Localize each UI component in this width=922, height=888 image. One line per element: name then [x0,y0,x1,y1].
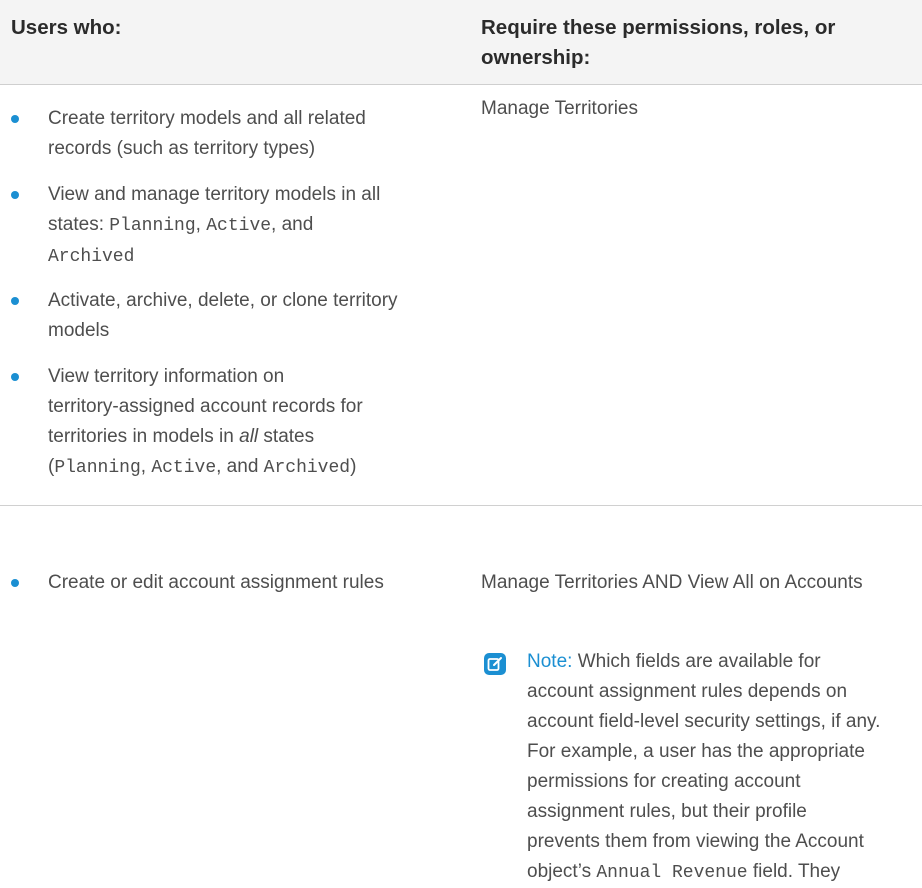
permission-text: Manage Territories AND View All on Accou… [481,572,863,593]
note-block: Note: Which fields are available for acc… [527,647,922,888]
note-text: prevents them from viewing the Account [527,831,864,852]
bullet-dot [11,191,19,199]
list-item-text: records (such as territory types) [48,138,316,159]
bullet-dot [11,579,19,587]
code-planning: Planning [109,216,196,236]
list-item-view-manage: View and manage territory models in all … [48,180,468,272]
note-edit-icon [484,653,506,675]
bullet-dot [11,115,19,123]
permission-manage-view-all: Manage Territories AND View All on Accou… [481,568,863,598]
code-active: Active [151,458,217,478]
list-item-assignment-rules: Create or edit account assignment rules [48,568,468,598]
code-active: Active [206,216,272,236]
list-item-text: , [140,456,152,477]
note-text: account field-level security settings, i… [527,711,881,732]
code-annual-revenue: Annual Revenue [596,863,748,883]
list-item-text: , and [216,456,264,477]
header-col2-line1: Require these permissions, roles, or [481,16,836,39]
list-item-view-territory-info: View territory information on territory-… [48,362,468,483]
note-text: permissions for creating account [527,771,801,792]
code-planning: Planning [54,458,141,478]
note-text: For example, a user has the appropriate [527,741,865,762]
list-item-text: territories in models in [48,426,240,447]
list-item-text: , [195,214,207,235]
list-item-text: View territory information on [48,366,285,387]
list-item-text: Create or edit account assignment rules [48,572,384,593]
header-permissions: Require these permissions, roles, or own… [481,13,911,73]
bullet-dot [11,297,19,305]
list-item-text: ) [350,456,357,477]
list-item-activate: Activate, archive, delete, or clone terr… [48,286,468,346]
list-item-text: Create territory models and all related [48,108,366,129]
list-item-text: models [48,320,110,341]
list-item-text: territory-assigned account records for [48,396,363,417]
list-item-create-models: Create territory models and all related … [48,104,468,164]
permission-manage-territories: Manage Territories [481,94,638,124]
list-item-text: states [258,426,315,447]
note-label: Note: [527,651,573,672]
permission-text: Manage Territories [481,98,639,119]
header-col2-line2: ownership: [481,46,591,69]
header-users-who: Users who: [11,13,431,43]
note-text: Which fields are available for [572,651,821,672]
table-header: Users who: Require these permissions, ro… [0,0,922,85]
note-text: assignment rules, but their profile [527,801,807,822]
code-archived: Archived [263,458,351,478]
list-item-text: states: [48,214,110,235]
list-item-text: View and manage territory models in all [48,184,381,205]
header-col1-text: Users who: [11,16,122,39]
list-item-text: , and [271,214,314,235]
note-text: account assignment rules depends on [527,681,848,702]
code-archived: Archived [48,247,135,267]
emphasis-all: all [239,426,259,447]
note-text: object’s [527,861,597,882]
list-item-text: Activate, archive, delete, or clone terr… [48,290,398,311]
bullet-dot [11,373,19,381]
row-divider [0,505,922,506]
note-text: field. They [747,861,841,882]
